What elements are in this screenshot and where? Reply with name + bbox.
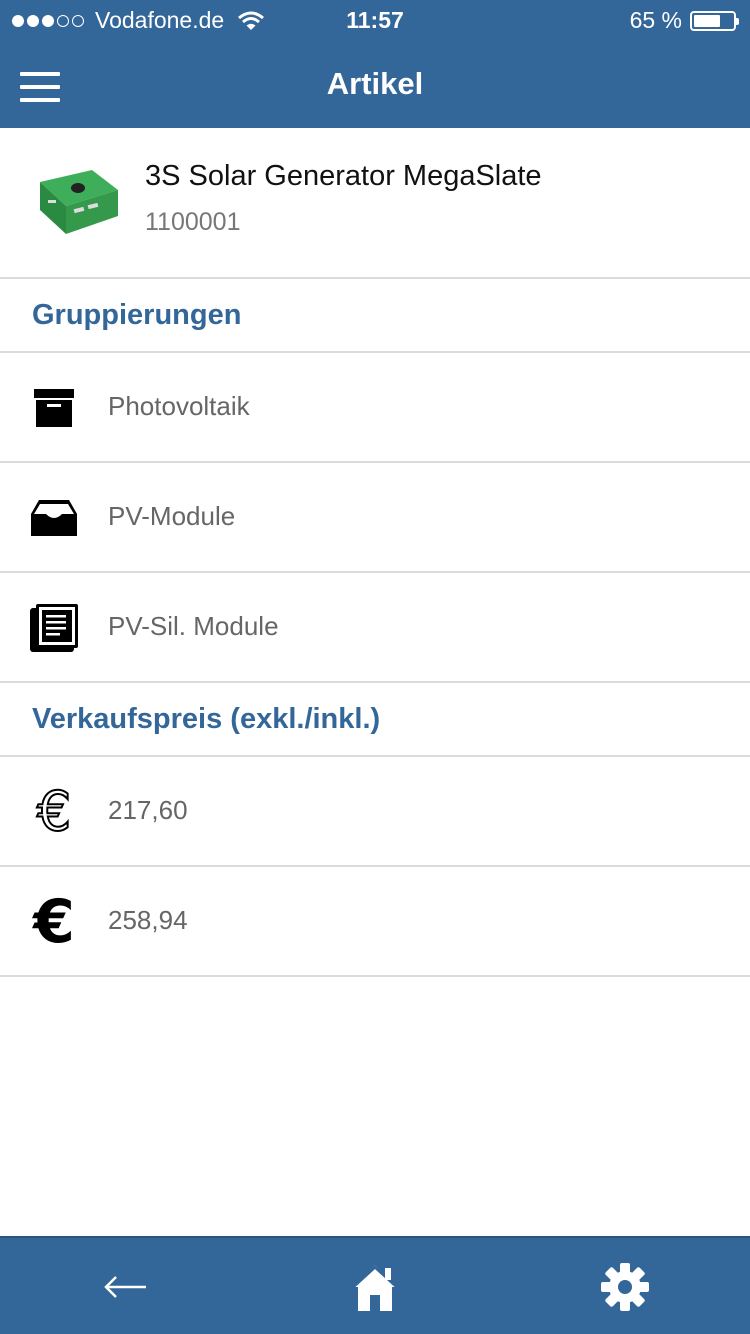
battery-status: 65 % [629, 7, 739, 34]
settings-button[interactable] [565, 1238, 685, 1334]
grouping-label: PV-Module [108, 501, 236, 531]
bottom-tab-bar [0, 1236, 750, 1334]
section-title: Verkaufspreis (exkl./inkl.) [32, 703, 381, 735]
grouping-item-pv-sil-module[interactable]: PV-Sil. Module [0, 573, 750, 683]
app-header: Vodafone.de 11:57 65 % Artikel [0, 0, 750, 128]
section-title: Gruppierungen [32, 299, 242, 331]
grouping-label: PV-Sil. Module [108, 611, 279, 641]
price-item-gross: € 258,94 [0, 867, 750, 977]
back-arrow-icon [104, 1276, 146, 1298]
section-header-prices: Verkaufspreis (exkl./inkl.) [0, 683, 750, 757]
page-title: Artikel [326, 66, 424, 101]
article-number: 1100001 [145, 208, 241, 236]
gear-icon [601, 1263, 649, 1311]
archive-box-icon [28, 382, 80, 434]
price-net-value: 217,60 [108, 795, 188, 825]
grouping-label: Photovoltaik [108, 391, 250, 421]
price-gross-value: 258,94 [108, 905, 188, 935]
article-name: 3S Solar Generator MegaSlate [145, 160, 542, 192]
product-image [40, 170, 118, 234]
euro-bold-icon: € [33, 887, 75, 957]
document-list-icon [28, 602, 80, 654]
battery-percentage: 65 % [629, 7, 682, 33]
grouping-item-pv-module[interactable]: PV-Module [0, 463, 750, 573]
section-header-groupings: Gruppierungen [0, 279, 750, 353]
price-item-net: € 217,60 [0, 757, 750, 867]
grouping-item-photovoltaik[interactable]: Photovoltaik [0, 353, 750, 463]
inbox-tray-icon [28, 492, 80, 544]
status-bar: Vodafone.de 11:57 65 % [0, 0, 750, 40]
home-icon [350, 1264, 400, 1311]
article-summary: 3S Solar Generator MegaSlate 1100001 [0, 128, 750, 279]
back-button[interactable] [65, 1238, 185, 1334]
euro-outline-icon: € [36, 780, 72, 843]
battery-icon [690, 10, 739, 31]
home-button[interactable] [315, 1238, 435, 1334]
